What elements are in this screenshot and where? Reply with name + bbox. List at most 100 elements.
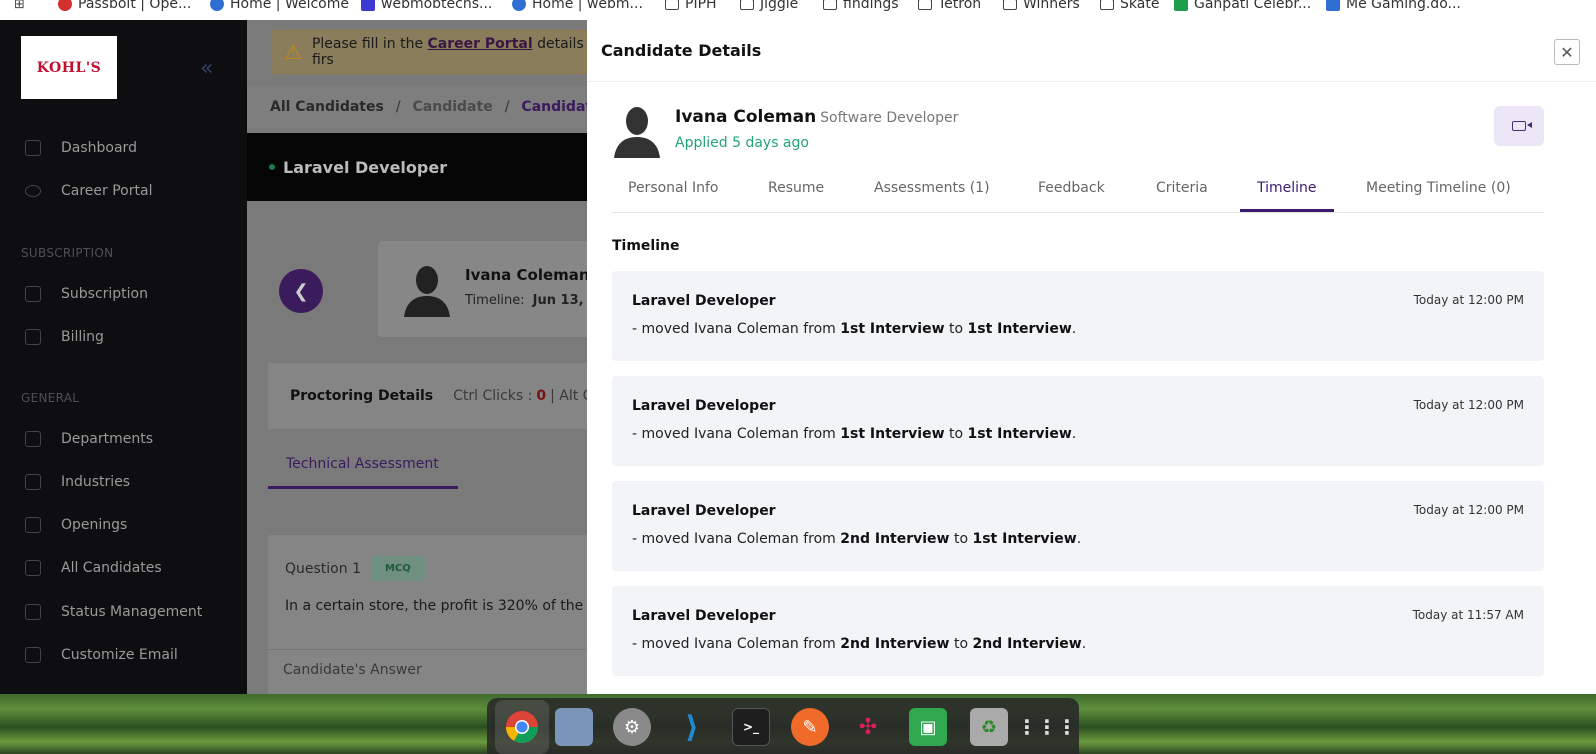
folder-icon	[665, 0, 679, 10]
close-button[interactable]: ✕	[1554, 39, 1580, 65]
passbolt-icon	[58, 0, 72, 11]
bookmark-ganpati[interactable]: Ganpati Celebr...	[1174, 0, 1311, 14]
main-content: ⚠ Please fill in the Career Portal detai…	[247, 20, 587, 694]
question-type-badge: MCQ	[370, 556, 425, 581]
webmob-icon	[361, 0, 375, 11]
question-card: Question 1 MCQ In a certain store, the p…	[268, 535, 587, 694]
bookmark-folder-winners[interactable]: Winners	[1003, 0, 1080, 14]
vscode-icon[interactable]: ⟩	[673, 708, 711, 746]
applied-status: Applied 5 days ago	[675, 135, 809, 151]
breadcrumb-candidate-assessment: Candidate A	[521, 99, 587, 115]
question-text: In a certain store, the profit is 320% o…	[285, 598, 587, 614]
breadcrumb: All Candidates / Candidate / Candidate A	[247, 86, 587, 128]
bookmark-home-welcome[interactable]: Home | Welcome	[210, 0, 349, 14]
drawer-header: Candidate Details	[587, 20, 1596, 82]
close-icon: ✕	[1560, 42, 1574, 62]
job-title-bar: Laravel Developer	[247, 133, 587, 201]
sidebar-item-departments[interactable]: Departments	[25, 431, 153, 447]
chrome-icon[interactable]	[503, 708, 541, 746]
breadcrumb-candidate[interactable]: Candidate	[413, 99, 493, 115]
avatar-icon	[404, 266, 450, 317]
sidebar-item-subscription[interactable]: Subscription	[25, 286, 148, 302]
tab-resume[interactable]: Resume	[768, 180, 824, 196]
sidebar-item-customize-email[interactable]: Customize Email	[25, 647, 178, 663]
files-icon[interactable]	[555, 708, 593, 746]
postman-icon[interactable]: ✎	[791, 708, 829, 746]
sidebar-item-openings[interactable]: Openings	[25, 517, 127, 533]
section-subscription: SUBSCRIPTION	[21, 246, 114, 260]
tab-criteria[interactable]: Criteria	[1156, 180, 1208, 196]
tab-timeline[interactable]: Timeline	[1257, 180, 1317, 196]
bookmark-passbolt[interactable]: Passbolt | Ope...	[58, 0, 191, 14]
briefcase-icon	[25, 517, 41, 533]
sidebar-item-status-management[interactable]: Status Management	[25, 604, 202, 620]
terminal-icon[interactable]: >_	[732, 708, 770, 746]
avatar-icon	[614, 107, 660, 158]
bookmark-folder-jiggle[interactable]: Jiggle	[740, 0, 798, 14]
list-icon	[25, 329, 41, 345]
candidate-details-drawer: Candidate Details ✕ Ivana Coleman Softwar…	[587, 20, 1596, 694]
profile-role: Software Developer	[820, 110, 959, 126]
folder-icon	[740, 0, 754, 10]
apps-grid-icon[interactable]: ⊞	[14, 0, 25, 14]
career-portal-link[interactable]: Career Portal	[428, 36, 533, 52]
timeline-entry: Laravel Developer Today at 12:00 PM - mo…	[612, 271, 1544, 361]
warning-icon: ⚠	[284, 40, 302, 64]
sidebar-item-billing[interactable]: Billing	[25, 329, 104, 345]
folder-icon	[918, 0, 932, 10]
hierarchy-icon	[25, 431, 41, 447]
bookmarks-bar: ⊞ Passbolt | Ope... Home | Welcome webmo…	[0, 0, 1596, 20]
dock: ⚙ ⟩ >_ ✎ ✣ ▣ ♻ ⋮⋮⋮	[487, 698, 1079, 754]
detail-tabs: Personal Info Resume Assessments (1) Fee…	[612, 168, 1544, 213]
tab-technical-assessment[interactable]: Technical Assessment	[268, 442, 587, 490]
sidebar-item-career-portal[interactable]: Career Portal	[25, 183, 152, 199]
building-icon	[25, 474, 41, 490]
candidate-timeline: Timeline: Jun 13,	[465, 293, 584, 308]
trash-icon[interactable]: ♻	[970, 708, 1008, 746]
users-icon	[25, 560, 41, 576]
sheets-icon	[1174, 0, 1188, 11]
bookmark-webmobtechs[interactable]: webmobtechs...	[361, 0, 492, 14]
folder-icon	[823, 0, 837, 10]
collapse-sidebar-icon[interactable]: «	[200, 56, 213, 81]
bookmark-folder-skate[interactable]: Skate	[1100, 0, 1159, 14]
status-dot-icon	[269, 164, 275, 170]
sidebar-item-all-candidates[interactable]: All Candidates	[25, 560, 162, 576]
section-general: GENERAL	[21, 391, 80, 405]
timeline-entry: Laravel Developer Today at 12:00 PM - mo…	[612, 376, 1544, 466]
tab-assessments[interactable]: Assessments (1)	[874, 180, 990, 196]
bookmark-folder-piph[interactable]: PIPH	[665, 0, 717, 14]
timeline-entry: Laravel Developer Today at 11:57 AM - mo…	[612, 586, 1544, 676]
bookmark-home-webm[interactable]: Home | webm...	[512, 0, 643, 14]
bookmark-folder-tetron[interactable]: Tetron	[918, 0, 981, 14]
folder-icon	[1003, 0, 1017, 10]
settings-icon[interactable]: ⚙	[613, 708, 651, 746]
back-button[interactable]: ❮	[279, 269, 323, 313]
app-grid-icon[interactable]: ⋮⋮⋮	[1017, 708, 1077, 746]
candidate-name: Ivana Coleman	[465, 266, 587, 284]
eye-icon	[25, 185, 41, 197]
desktop-taskbar: ⚙ ⟩ >_ ✎ ✣ ▣ ♻ ⋮⋮⋮	[0, 694, 1596, 754]
question-label: Question 1	[285, 560, 361, 577]
docs-icon	[1326, 0, 1340, 11]
breadcrumb-all-candidates[interactable]: All Candidates	[270, 99, 384, 115]
sidebar: KOHL'S « Dashboard Career Portal SUBSCRI…	[0, 20, 247, 694]
video-call-button[interactable]	[1494, 106, 1544, 146]
link-icon	[512, 0, 526, 11]
grid-icon	[25, 140, 41, 156]
kohls-logo[interactable]: KOHL'S	[21, 36, 117, 99]
hierarchy-icon	[25, 647, 41, 663]
profile-name: Ivana Coleman Software Developer	[675, 107, 959, 127]
globe-icon	[210, 0, 224, 11]
drawer-title: Candidate Details	[601, 41, 762, 60]
meet-icon[interactable]: ▣	[909, 708, 947, 746]
tab-personal-info[interactable]: Personal Info	[628, 180, 718, 196]
bookmark-folder-findings[interactable]: findings	[823, 0, 899, 14]
tab-feedback[interactable]: Feedback	[1038, 180, 1105, 196]
slack-icon[interactable]: ✣	[849, 708, 887, 746]
sidebar-item-industries[interactable]: Industries	[25, 474, 130, 490]
bookmark-me-gaming[interactable]: Me Gaming.do...	[1326, 0, 1461, 14]
sidebar-item-dashboard[interactable]: Dashboard	[25, 140, 137, 156]
tab-meeting-timeline[interactable]: Meeting Timeline (0)	[1366, 180, 1511, 196]
folder-icon	[1100, 0, 1114, 10]
